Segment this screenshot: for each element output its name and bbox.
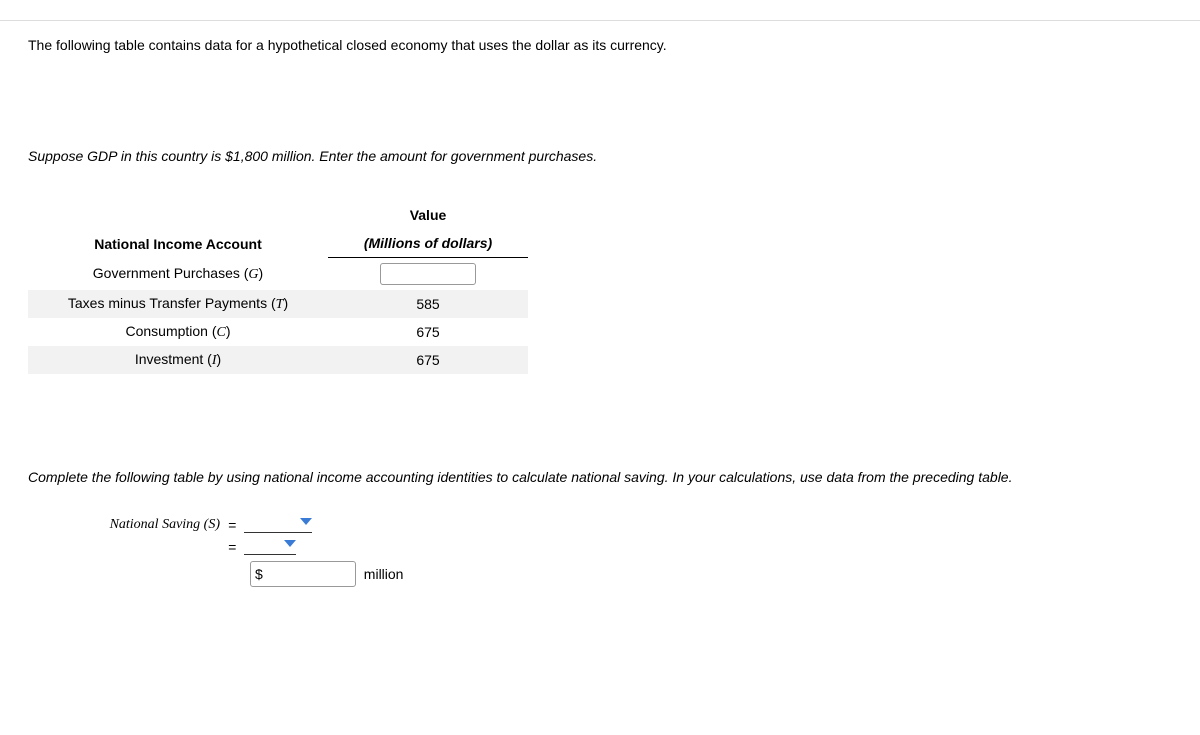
table-header-account: National Income Account [28, 201, 328, 258]
row-label: Government Purchases (G) [93, 265, 263, 281]
national-saving-label: National Saving (S) [28, 517, 228, 533]
equals-sign: = [228, 517, 244, 533]
national-saving-row-2: = [28, 539, 1172, 555]
table-header-value-top: Value [328, 201, 528, 229]
saving-formula-dropdown-1[interactable] [244, 513, 312, 533]
table-row: Government Purchases (G) [28, 258, 528, 291]
row-label: Consumption (C) [125, 323, 230, 339]
national-saving-value-row: $ million [28, 561, 1172, 587]
row-value: 585 [328, 290, 528, 318]
national-income-table: National Income Account Value (Millions … [28, 201, 528, 374]
government-purchases-input[interactable] [380, 263, 476, 285]
dollar-sign: $ [255, 566, 265, 582]
row-value: 675 [328, 318, 528, 346]
intro-text: The following table contains data for a … [28, 21, 1172, 66]
row-label: Investment (I) [135, 351, 221, 367]
million-label: million [356, 566, 404, 582]
completion-instruction: Complete the following table by using na… [28, 374, 1172, 511]
equals-sign: = [228, 539, 244, 555]
row-value: 675 [328, 346, 528, 374]
table-row: Consumption (C) 675 [28, 318, 528, 346]
chevron-down-icon [284, 540, 296, 547]
national-saving-row-1: National Saving (S) = [28, 517, 1172, 533]
table-row: Investment (I) 675 [28, 346, 528, 374]
table-row: Taxes minus Transfer Payments (T) 585 [28, 290, 528, 318]
chevron-down-icon [300, 518, 312, 525]
saving-formula-dropdown-2[interactable] [244, 535, 296, 555]
table-header-value-sub: (Millions of dollars) [328, 229, 528, 258]
row-label: Taxes minus Transfer Payments (T) [68, 295, 288, 311]
saving-value-input-wrapper: $ [250, 561, 356, 587]
instruction-text: Suppose GDP in this country is $1,800 mi… [28, 66, 1172, 197]
saving-value-input[interactable] [265, 564, 351, 584]
